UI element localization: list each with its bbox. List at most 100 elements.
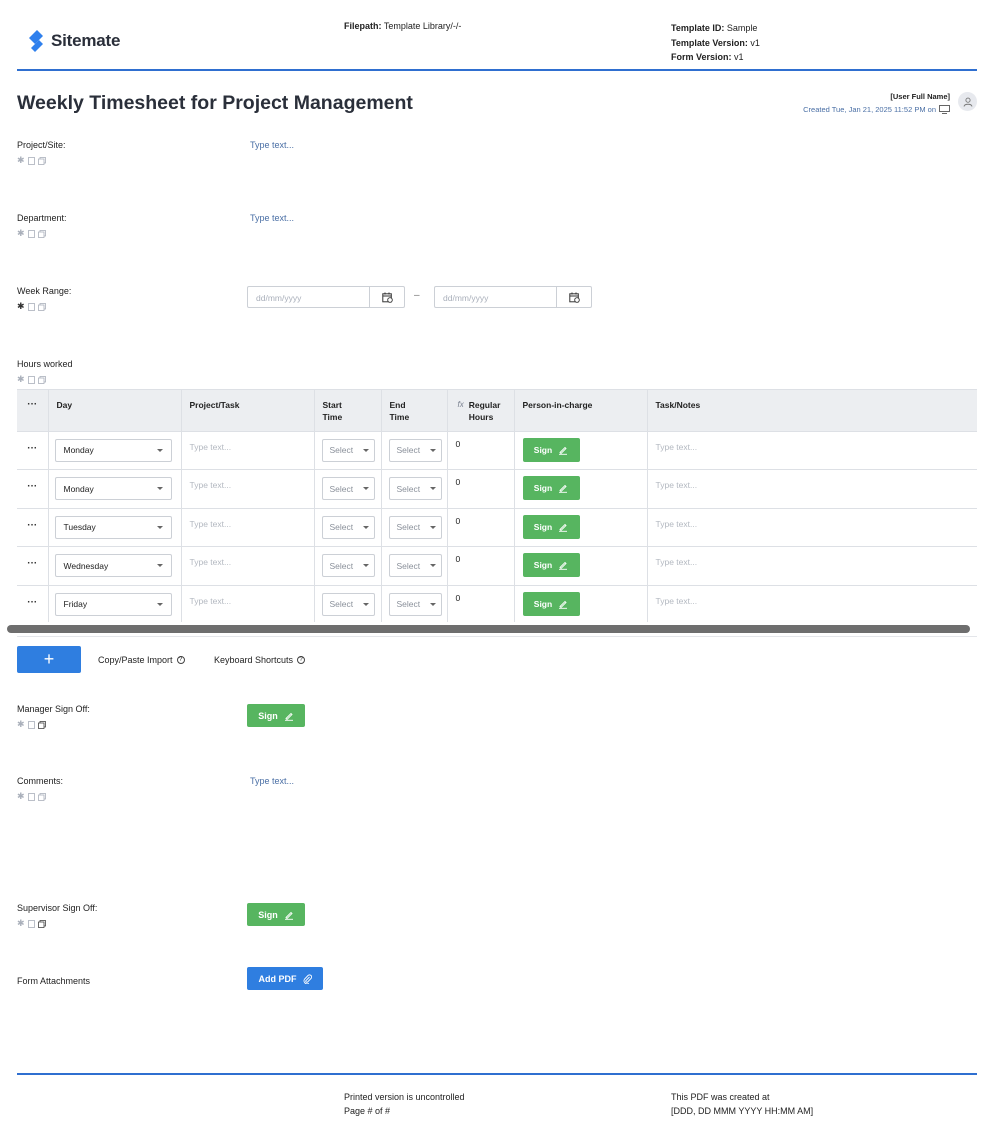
day-cell: Monday: [48, 430, 182, 470]
add-row-button[interactable]: +: [17, 646, 81, 673]
note-icon[interactable]: [27, 156, 35, 165]
task-notes-cell[interactable]: Type text...: [647, 507, 977, 547]
start-time-select[interactable]: Select: [321, 554, 375, 577]
keyboard-shortcuts-link[interactable]: Keyboard Shortcuts ?: [214, 655, 306, 665]
task-notes-input[interactable]: Type text...: [656, 516, 969, 529]
day-select[interactable]: Monday: [54, 477, 172, 500]
task-notes-cell[interactable]: Type text...: [647, 430, 977, 470]
note-icon[interactable]: [27, 720, 35, 729]
avatar[interactable]: [958, 92, 977, 111]
end-time-select[interactable]: Select: [388, 438, 442, 462]
end-time-select[interactable]: Select: [388, 515, 442, 539]
add-pdf-button[interactable]: Add PDF: [247, 967, 323, 990]
day-cell: Wednesday: [48, 546, 182, 585]
person-in-charge-cell: Sign: [514, 469, 648, 508]
day-select[interactable]: Monday: [54, 438, 172, 462]
start-time-select[interactable]: Select: [321, 592, 375, 616]
copy-icon[interactable]: [37, 720, 46, 729]
manager-signoff-field-icons: ✱: [17, 719, 46, 730]
task-notes-input[interactable]: Type text...: [656, 439, 969, 452]
project-task-cell[interactable]: Type text...: [181, 430, 315, 470]
week-start-date-input[interactable]: dd/mm/yyyy: [247, 286, 405, 308]
project-task-input[interactable]: Type text...: [190, 554, 306, 567]
note-icon[interactable]: [27, 229, 35, 238]
note-icon[interactable]: [27, 375, 35, 384]
column-header-project-task[interactable]: Project/Task: [181, 390, 315, 431]
project-task-cell[interactable]: Type text...: [181, 584, 315, 622]
row-menu-button[interactable]: ···: [17, 469, 49, 508]
row-menu-button[interactable]: ···: [17, 584, 49, 622]
copy-paste-import-link[interactable]: Copy/Paste Import ?: [98, 655, 185, 665]
note-icon[interactable]: [27, 792, 35, 801]
task-notes-cell[interactable]: Type text...: [647, 584, 977, 622]
column-header-task-notes[interactable]: Task/Notes: [647, 390, 977, 431]
day-select[interactable]: Friday: [54, 592, 172, 616]
project-task-cell[interactable]: Type text...: [181, 546, 315, 585]
copy-icon[interactable]: [37, 792, 46, 801]
template-version-value: v1: [750, 37, 760, 48]
end-time-select[interactable]: Select: [388, 592, 442, 616]
start-time-select[interactable]: Select: [321, 477, 375, 500]
calendar-icon: [381, 292, 393, 303]
chevron-down-icon: [429, 525, 436, 529]
row-sign-button[interactable]: Sign: [522, 476, 580, 500]
task-notes-input[interactable]: Type text...: [656, 593, 969, 606]
row-sign-button[interactable]: Sign: [522, 591, 580, 616]
row-sign-button[interactable]: Sign: [522, 514, 580, 539]
pen-icon: [559, 523, 568, 532]
column-header-regular-hours[interactable]: fx Regular Hours: [447, 390, 515, 431]
task-notes-cell[interactable]: Type text...: [647, 469, 977, 508]
end-time-select[interactable]: Select: [388, 477, 442, 500]
copy-icon[interactable]: [37, 375, 46, 384]
regular-hours-cell: 0: [447, 507, 515, 547]
row-menu-button[interactable]: ···: [17, 507, 49, 547]
regular-hours-cell: 0: [447, 584, 515, 622]
column-header-end-time[interactable]: End Time: [381, 390, 448, 431]
row-sign-button[interactable]: Sign: [522, 437, 580, 462]
day-select[interactable]: Tuesday: [54, 515, 172, 539]
project-site-input[interactable]: Type text...: [250, 140, 294, 150]
day-value: Wednesday: [63, 560, 109, 571]
supervisor-sign-button[interactable]: Sign: [247, 903, 305, 926]
project-task-input[interactable]: Type text...: [190, 593, 306, 606]
calendar-button[interactable]: [556, 287, 591, 307]
copy-icon[interactable]: [37, 302, 46, 311]
note-icon[interactable]: [27, 919, 35, 928]
copy-icon[interactable]: [37, 156, 46, 165]
week-end-date-input[interactable]: dd/mm/yyyy: [434, 286, 592, 308]
project-task-input[interactable]: Type text...: [190, 439, 306, 452]
column-header-start-time[interactable]: Start Time: [314, 390, 382, 431]
manager-sign-button[interactable]: Sign: [247, 704, 305, 727]
hours-table: ··· Day Project/Task Start Time End Time f…: [17, 389, 977, 622]
start-time-select[interactable]: Select: [321, 438, 375, 462]
footer-created-info: This PDF was created at [DDD, DD MMM YYY…: [671, 1090, 813, 1118]
task-notes-input[interactable]: Type text...: [656, 554, 969, 567]
row-menu-button[interactable]: ···: [17, 546, 49, 585]
column-header-day[interactable]: Day: [48, 390, 182, 431]
chevron-down-icon: [362, 564, 369, 567]
end-time-select[interactable]: Select: [388, 554, 442, 577]
day-cell: Friday: [48, 584, 182, 622]
department-input[interactable]: Type text...: [250, 213, 294, 223]
project-task-input[interactable]: Type text...: [190, 516, 306, 529]
copy-icon[interactable]: [37, 229, 46, 238]
copy-icon[interactable]: [37, 919, 46, 928]
start-time-select[interactable]: Select: [321, 515, 375, 539]
calendar-button[interactable]: [369, 287, 404, 307]
project-task-input[interactable]: Type text...: [190, 477, 306, 490]
task-notes-cell[interactable]: Type text...: [647, 546, 977, 585]
project-task-cell[interactable]: Type text...: [181, 469, 315, 508]
horizontal-scrollbar[interactable]: [7, 625, 970, 633]
table-row: ··· Tuesday Type text... Select Select 0 Sign T…: [17, 507, 977, 547]
day-select[interactable]: Wednesday: [54, 554, 172, 577]
row-sign-button[interactable]: Sign: [522, 553, 580, 577]
pen-icon: [284, 712, 293, 721]
column-header-person-in-charge[interactable]: Person-in-charge: [514, 390, 648, 431]
row-menu-button[interactable]: ···: [17, 430, 49, 470]
row-sign-label: Sign: [533, 560, 553, 570]
project-task-cell[interactable]: Type text...: [181, 507, 315, 547]
comments-input[interactable]: Type text...: [250, 776, 294, 786]
note-icon[interactable]: [27, 302, 35, 311]
column-menu-header[interactable]: ···: [17, 390, 49, 431]
task-notes-input[interactable]: Type text...: [656, 477, 969, 490]
